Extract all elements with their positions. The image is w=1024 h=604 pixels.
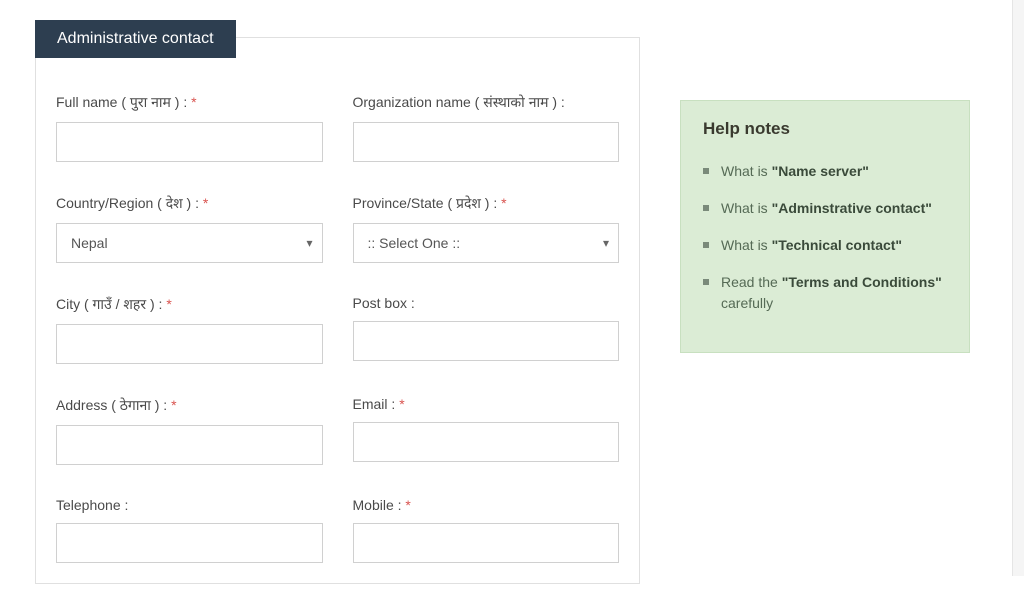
province-field[interactable]: :: Select One ::: [353, 223, 620, 263]
required-star: *: [501, 195, 506, 211]
scrollbar-gutter: [1012, 0, 1024, 576]
country-field[interactable]: Nepal: [56, 223, 323, 263]
telephone-label: Telephone :: [56, 497, 323, 513]
address-field[interactable]: [56, 425, 323, 465]
orgname-field[interactable]: [353, 122, 620, 162]
help-notes-list: What is "Name server" What is "Adminstra…: [703, 161, 947, 314]
required-star: *: [191, 94, 196, 110]
required-star: *: [405, 497, 410, 513]
mobile-label: Mobile : *: [353, 497, 620, 513]
telephone-field[interactable]: [56, 523, 323, 563]
city-label: City ( गाउँ / शहर ) : *: [56, 295, 323, 314]
required-star: *: [399, 396, 404, 412]
help-notes-box: Help notes What is "Name server" What is…: [680, 100, 970, 353]
fullname-label: Full name ( पुरा नाम ) : *: [56, 93, 323, 112]
country-label: Country/Region ( देश ) : *: [56, 194, 323, 213]
help-item[interactable]: What is "Technical contact": [703, 235, 947, 256]
email-field[interactable]: [353, 422, 620, 462]
address-label: Address ( ठेगाना ) : *: [56, 396, 323, 415]
required-star: *: [203, 195, 208, 211]
orgname-label: Organization name ( संस्थाको नाम ) :: [353, 93, 620, 112]
email-label: Email : *: [353, 396, 620, 412]
section-title: Administrative contact: [35, 20, 236, 58]
mobile-field[interactable]: [353, 523, 620, 563]
required-star: *: [171, 397, 176, 413]
help-item[interactable]: What is "Name server": [703, 161, 947, 182]
help-item[interactable]: What is "Adminstrative contact": [703, 198, 947, 219]
postbox-field[interactable]: [353, 321, 620, 361]
help-item[interactable]: Read the "Terms and Conditions" carefull…: [703, 272, 947, 314]
required-star: *: [166, 296, 171, 312]
postbox-label: Post box :: [353, 295, 620, 311]
fullname-field[interactable]: [56, 122, 323, 162]
admin-contact-form: Full name ( पुरा नाम ) : * Organization …: [35, 37, 640, 584]
city-field[interactable]: [56, 324, 323, 364]
help-notes-title: Help notes: [703, 119, 947, 139]
province-label: Province/State ( प्रदेश ) : *: [353, 194, 620, 213]
